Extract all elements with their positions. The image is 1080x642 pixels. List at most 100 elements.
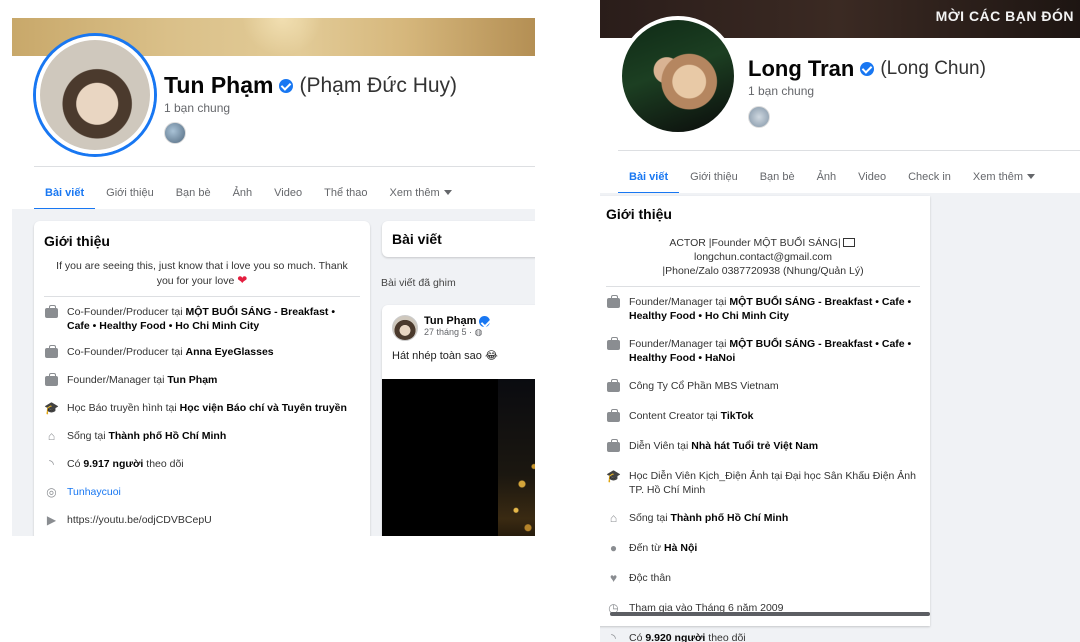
- globe-icon: ◍: [474, 327, 483, 337]
- intro-item-text: Có 9.920 người theo dõi: [629, 632, 746, 642]
- verified-badge-icon: [279, 78, 294, 93]
- profile-name: Tun Phạm: [164, 72, 274, 98]
- post-date[interactable]: 27 tháng 5 · ◍: [424, 327, 490, 338]
- intro-item-relationship: ♥ Độc thân: [606, 571, 920, 585]
- verified-badge-icon: [479, 315, 491, 327]
- divider: [34, 166, 535, 167]
- intro-item-text: Diễn Viên tại Nhà hát Tuổi trẻ Việt Nam: [629, 440, 819, 452]
- intro-item-text: Sống tại Thành phố Hồ Chí Minh: [629, 512, 789, 524]
- bio-text: If you are seeing this, just know that i…: [50, 259, 354, 288]
- intro-card: Giới thiệu ACTOR |Founder MỘT BUỔI SÁNG|…: [600, 196, 930, 642]
- intro-item-text: Co-Founder/Producer tại MỘT BUỔI SÁNG - …: [67, 306, 336, 332]
- intro-item-followers: ◝ Có 9.920 người theo dõi: [606, 631, 920, 642]
- intro-divider: [606, 286, 920, 287]
- post-video[interactable]: [382, 379, 535, 536]
- profile-alt-name: (Long Chun): [880, 58, 986, 79]
- tab-friends[interactable]: Bạn bè: [165, 187, 222, 211]
- instagram-icon: ◎: [46, 485, 57, 499]
- chevron-down-icon: [1027, 174, 1036, 179]
- briefcase-icon: [44, 305, 59, 319]
- intro-item-text: Học Báo truyền hình tại Học viện Báo chí…: [67, 402, 347, 414]
- tab-more[interactable]: Xem thêm: [962, 171, 1046, 195]
- bio-text: ACTOR |Founder MỘT BUỔI SÁNG| longchun.c…: [662, 237, 864, 277]
- intro-item-instagram: ◎ Tunhaycuoi: [44, 485, 360, 499]
- post-author-row: Tun Phạm: [424, 315, 491, 327]
- youtube-link[interactable]: https://youtu.be/odjCDVBCepU: [67, 513, 212, 527]
- instagram-link[interactable]: Tunhaycuoi: [67, 485, 121, 499]
- intro-item-from: ● Đến từ Hà Nội: [606, 541, 920, 555]
- intro-item-lives-in: ⌂ Sống tại Thành phố Hồ Chí Minh: [44, 429, 360, 443]
- intro-item-work: Founder/Manager tại MỘT BUỔI SÁNG - Brea…: [606, 337, 920, 365]
- right-profile-screenshot: MỜI CÁC BẠN ĐÓN Long Tran (Long Chun) 1 …: [600, 0, 1080, 642]
- chevron-down-icon: [443, 190, 452, 195]
- intro-item-text[interactable]: Công Ty Cổ Phần MBS Vietnam: [629, 379, 779, 393]
- mutual-friend-avatar[interactable]: [164, 122, 186, 144]
- post-text: Hát nhép toàn sao 😂: [392, 350, 498, 362]
- intro-item-text: Founder/Manager tại MỘT BUỔI SÁNG - Brea…: [629, 338, 912, 364]
- tab-videos[interactable]: Video: [263, 187, 313, 211]
- mutual-friends-link[interactable]: 1 bạn chung: [164, 101, 230, 115]
- rss-icon: ◝: [611, 631, 616, 642]
- tab-check-in[interactable]: Check in: [897, 171, 962, 195]
- intro-title: Giới thiệu: [44, 233, 110, 249]
- post-header: Tun Phạm 27 tháng 5 · ◍: [392, 315, 535, 341]
- pinned-post-card: Tun Phạm 27 tháng 5 · ◍ Hát nhép toàn sa…: [382, 305, 535, 536]
- mutual-friends-link[interactable]: 1 bạn chung: [748, 84, 814, 98]
- profile-name-row: Long Tran (Long Chun): [748, 56, 986, 82]
- posts-title: Bài viết: [392, 231, 442, 247]
- tab-about[interactable]: Giới thiệu: [95, 187, 165, 211]
- briefcase-icon: [606, 379, 621, 393]
- briefcase-icon: [606, 439, 621, 453]
- intro-item-work: Diễn Viên tại Nhà hát Tuổi trẻ Việt Nam: [606, 439, 920, 453]
- tab-about[interactable]: Giới thiệu: [679, 171, 749, 195]
- tab-videos[interactable]: Video: [847, 171, 897, 195]
- left-profile-screenshot: Tun Phạm (Phạm Đức Huy) 1 bạn chung Bài …: [12, 18, 535, 536]
- intro-item-text: Đến từ Hà Nội: [629, 542, 698, 554]
- intro-item-followers: ◝ Có 9.917 người theo dõi: [44, 457, 360, 471]
- briefcase-icon: [606, 409, 621, 423]
- briefcase-icon: [606, 337, 621, 351]
- mail-icon: [842, 238, 855, 247]
- profile-name: Long Tran: [748, 56, 855, 81]
- divider: [618, 150, 1080, 151]
- post-author-avatar[interactable]: [392, 315, 418, 341]
- intro-title: Giới thiệu: [606, 206, 672, 222]
- briefcase-icon: [606, 295, 621, 309]
- tab-friends[interactable]: Bạn bè: [749, 171, 806, 195]
- profile-alt-name: (Phạm Đức Huy): [299, 73, 458, 97]
- profile-avatar[interactable]: [36, 36, 154, 154]
- intro-items: Founder/Manager tại MỘT BUỔI SÁNG - Brea…: [606, 295, 920, 642]
- cover-text: MỜI CÁC BẠN ĐÓN: [935, 8, 1074, 24]
- profile-avatar[interactable]: [618, 16, 738, 136]
- home-icon: ⌂: [47, 429, 56, 443]
- bottom-edge-strip: [610, 612, 930, 616]
- profile-tabs: Bài viết Giới thiệu Bạn bè Ảnh Video Che…: [618, 164, 1046, 195]
- tab-sports[interactable]: Thể thao: [313, 187, 378, 211]
- intro-item-text: Co-Founder/Producer tại Anna EyeGlasses: [67, 346, 274, 358]
- graduation-cap-icon: 🎓: [606, 469, 621, 483]
- intro-item-work: Founder/Manager tại Tun Phạm: [44, 373, 360, 387]
- location-pin-icon: ●: [609, 541, 618, 555]
- intro-item-work: Co-Founder/Producer tại Anna EyeGlasses: [44, 345, 360, 359]
- tab-photos[interactable]: Ảnh: [806, 171, 848, 195]
- verified-badge-icon: [860, 62, 875, 76]
- intro-item-work: Công Ty Cổ Phần MBS Vietnam: [606, 379, 920, 393]
- briefcase-icon: [44, 345, 59, 359]
- tab-photos[interactable]: Ảnh: [222, 187, 264, 211]
- intro-item-text: Founder/Manager tại MỘT BUỔI SÁNG - Brea…: [629, 296, 912, 322]
- intro-item-text: Có 9.917 người theo dõi: [67, 458, 184, 470]
- tab-posts[interactable]: Bài viết: [618, 171, 680, 195]
- mutual-friend-avatar[interactable]: [748, 106, 770, 128]
- tab-posts[interactable]: Bài viết: [34, 187, 96, 211]
- heart-emoji-icon: ❤: [237, 273, 248, 287]
- tab-more[interactable]: Xem thêm: [379, 187, 463, 211]
- intro-item-education: 🎓 Học Diễn Viên Kịch_Điện Ảnh tại Đại họ…: [606, 469, 920, 497]
- post-meta: Tun Phạm 27 tháng 5 · ◍: [424, 315, 491, 341]
- intro-card: Giới thiệu If you are seeing this, just …: [34, 221, 370, 536]
- post-author-name[interactable]: Tun Phạm: [424, 315, 476, 327]
- briefcase-icon: [44, 373, 59, 387]
- intro-item-text: Sống tại Thành phố Hồ Chí Minh: [67, 430, 227, 442]
- intro-item-youtube: ▶ https://youtu.be/odjCDVBCepU: [44, 513, 360, 527]
- intro-item-work: Co-Founder/Producer tại MỘT BUỔI SÁNG - …: [44, 305, 360, 333]
- intro-item-text[interactable]: Học Diễn Viên Kịch_Điện Ảnh tại Đại học …: [629, 469, 920, 497]
